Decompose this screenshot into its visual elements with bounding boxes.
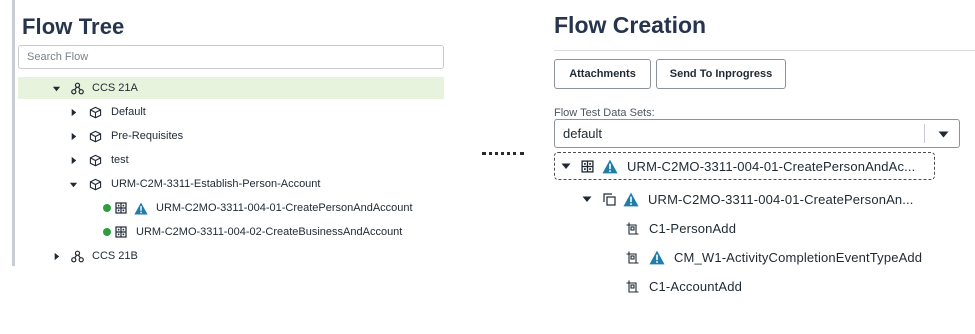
tree-item-label: CCS 21B: [92, 250, 138, 262]
tree-item-label: URM-C2MO-3311-004-01-CreatePersonAndAcco…: [156, 202, 413, 214]
warning-icon: [623, 192, 639, 207]
copy-icon: [602, 192, 616, 206]
dotted-connector: [482, 152, 524, 155]
tree-item-default[interactable]: Default: [18, 101, 444, 123]
tree-item-label: CCS 21A: [92, 82, 138, 94]
data-sets-label: Flow Test Data Sets:: [554, 107, 655, 119]
grid-icon: [580, 159, 594, 173]
flow-node-cm-w1-activity[interactable]: CM_W1-ActivityCompletionEventTypeAdd: [625, 244, 922, 270]
tree-item-establish-person-account[interactable]: URM-C2M-3311-Establish-Person-Account: [18, 173, 444, 195]
grid-icon: [114, 225, 128, 239]
status-dot-icon: [103, 204, 111, 212]
caret-down-icon[interactable]: [582, 194, 592, 204]
status-dot-icon: [103, 228, 111, 236]
hierarchy-icon: [70, 249, 84, 263]
caret-down-icon[interactable]: [561, 161, 571, 171]
data-set-select[interactable]: default: [554, 119, 960, 148]
flow-tree-panel: Flow Tree CCS 21A: [0, 0, 450, 334]
tree-item-pre-requisites[interactable]: Pre-Requisites: [18, 125, 444, 147]
tree-item-create-person-and-account[interactable]: URM-C2MO-3311-004-01-CreatePersonAndAcco…: [18, 197, 444, 219]
hierarchy-icon: [70, 81, 84, 95]
divider: [554, 50, 975, 51]
chevron-down-icon[interactable]: [935, 127, 951, 141]
tree-item-ccs-21a[interactable]: CCS 21A: [18, 77, 444, 99]
flow-node-label: CM_W1-ActivityCompletionEventTypeAdd: [674, 249, 923, 265]
flow-creation-panel: Flow Creation Attachments Send To Inprog…: [545, 0, 975, 334]
cube-icon: [88, 129, 102, 143]
caret-right-icon[interactable]: [51, 251, 61, 261]
caret-down-icon[interactable]: [68, 179, 78, 189]
tree-item-label: Pre-Requisites: [111, 130, 184, 142]
tree-item-label: test: [111, 154, 129, 166]
tree-item-label: Default: [111, 106, 146, 118]
component-icon: [625, 279, 639, 293]
flow-node-c1-accountadd[interactable]: C1-AccountAdd: [625, 273, 742, 299]
flow-node-label: C1-PersonAdd: [649, 220, 737, 236]
flow-node-child[interactable]: URM-C2MO-3311-004-01-CreatePersonAn...: [582, 186, 914, 212]
warning-icon: [134, 201, 148, 215]
caret-right-icon[interactable]: [68, 131, 78, 141]
send-to-inprogress-button[interactable]: Send To Inprogress: [656, 59, 786, 89]
flow-tree-title: Flow Tree: [22, 14, 125, 39]
grid-icon: [114, 201, 128, 215]
caret-right-icon[interactable]: [68, 155, 78, 165]
cube-icon: [88, 177, 102, 191]
panel-border: [12, 0, 15, 266]
flow-node-c1-personadd[interactable]: C1-PersonAdd: [625, 215, 736, 241]
flow-node-label: URM-C2MO-3311-004-01-CreatePersonAn...: [648, 191, 914, 207]
tree-item-create-business-and-account[interactable]: URM-C2MO-3311-004-02-CreateBusinessAndAc…: [18, 221, 444, 243]
select-separator: [924, 124, 925, 143]
flow-node-label: C1-AccountAdd: [649, 278, 743, 294]
cube-icon: [88, 153, 102, 167]
app-root: Flow Tree CCS 21A: [0, 0, 975, 334]
caret-down-icon[interactable]: [51, 83, 61, 93]
warning-icon: [649, 250, 665, 265]
tree-item-ccs-21b[interactable]: CCS 21B: [18, 245, 444, 267]
data-set-selected-value: default: [563, 126, 603, 141]
flow-node-label: URM-C2MO-3311-004-01-CreatePersonAndAc..…: [627, 158, 916, 174]
attachments-button[interactable]: Attachments: [554, 59, 651, 89]
component-icon: [625, 221, 639, 235]
search-flow-input[interactable]: [18, 45, 444, 69]
tree-item-label: URM-C2MO-3311-004-02-CreateBusinessAndAc…: [136, 226, 403, 238]
tree-item-test[interactable]: test: [18, 149, 444, 171]
component-icon: [625, 250, 639, 264]
flow-creation-title: Flow Creation: [554, 12, 707, 38]
flow-node-root[interactable]: URM-C2MO-3311-004-01-CreatePersonAndAc..…: [554, 152, 935, 180]
warning-icon: [602, 159, 618, 174]
cube-icon: [88, 105, 102, 119]
caret-right-icon[interactable]: [68, 107, 78, 117]
tree-item-label: URM-C2M-3311-Establish-Person-Account: [111, 178, 321, 190]
